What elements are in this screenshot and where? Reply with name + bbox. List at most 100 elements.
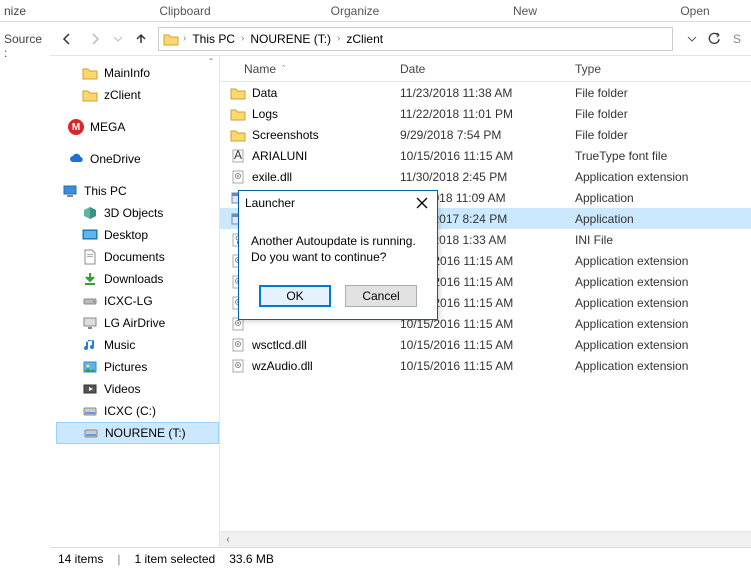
folder-icon [230,85,246,101]
launcher-dialog: Launcher Another Autoupdate is running. … [238,190,438,320]
vid-icon [82,381,98,397]
music-icon [82,337,98,353]
column-headers: Name ˆ Date Type [220,56,751,82]
external-label-top: nize [4,4,26,18]
screen-icon [82,315,98,331]
tree-item-label: Pictures [104,360,147,374]
tree-item-label: ICXC-LG [104,294,153,308]
crumb-this-pc[interactable]: This PC [190,32,237,46]
tree-item-label: 3D Objects [104,206,163,220]
tree-item-videos[interactable]: Videos [56,378,219,400]
tree-item-label: ICXC (C:) [104,404,156,418]
tree-item-mega[interactable]: MMEGA [56,116,219,138]
tree-item-3d-objects[interactable]: 3D Objects [56,202,219,224]
address-bar[interactable]: › This PC › NOURENE (T:) › zClient [158,27,673,51]
dialog-line2: Do you want to continue? [251,249,425,265]
file-date: 10/15/2016 11:15 AM [400,149,575,163]
file-type: Application extension [575,170,751,184]
folder-icon [82,87,98,103]
doc-icon [82,249,98,265]
file-type: Application [575,191,751,205]
tree-item-nourene-t-[interactable]: NOURENE (T:) [56,422,219,444]
font-icon [230,148,246,164]
cancel-button[interactable]: Cancel [345,285,417,307]
folder-icon [230,127,246,143]
chevron-right-icon[interactable]: › [337,33,340,44]
desktop-icon [82,227,98,243]
tree-item-lg-airdrive[interactable]: LG AirDrive [56,312,219,334]
file-type: Application [575,212,751,226]
chevron-right-icon[interactable]: › [241,33,244,44]
file-row[interactable]: exile.dll11/30/2018 2:45 PMApplication e… [220,166,751,187]
address-dropdown-icon[interactable] [685,28,699,50]
file-name: Data [252,86,277,100]
chevron-right-icon[interactable]: › [183,33,186,44]
file-row[interactable]: Logs11/22/2018 11:01 PMFile folder [220,103,751,124]
crumb-drive[interactable]: NOURENE (T:) [248,32,333,46]
tree-item-icxc-c-[interactable]: ICXC (C:) [56,400,219,422]
tree-item-label: MEGA [90,120,125,134]
back-button[interactable] [56,28,78,50]
file-row[interactable]: Data11/23/2018 11:38 AMFile folder [220,82,751,103]
tree-item-label: Videos [104,382,140,396]
refresh-button[interactable] [703,28,725,50]
tree-item-documents[interactable]: Documents [56,246,219,268]
dll-icon [230,169,246,185]
scroll-up-icon[interactable]: ˆ [205,58,217,70]
file-row[interactable]: Screenshots9/29/2018 7:54 PMFile folder [220,124,751,145]
forward-button[interactable] [84,28,106,50]
column-name[interactable]: Name ˆ [220,62,400,76]
recent-dropdown-icon[interactable] [112,28,124,50]
tree-item-label: zClient [104,88,141,102]
file-date: 11/30/2018 2:45 PM [400,170,575,184]
column-type[interactable]: Type [575,62,751,76]
crumb-folder[interactable]: zClient [344,32,385,46]
folder-icon [163,31,179,47]
cloud-icon [68,151,84,167]
file-type: File folder [575,107,751,121]
tree-item-label: OneDrive [90,152,141,166]
close-button[interactable] [413,194,431,212]
file-row[interactable]: ARIALUNI10/15/2016 11:15 AMTrueType font… [220,145,751,166]
tree-item-maininfo[interactable]: MainInfo [56,62,219,84]
disk-icon [82,293,98,309]
folder-icon [82,65,98,81]
horizontal-scrollbar[interactable]: ‹ [220,531,751,547]
file-name: wzAudio.dll [252,359,313,373]
file-row[interactable]: wsctlcd.dll10/15/2016 11:15 AMApplicatio… [220,334,751,355]
ok-button[interactable]: OK [259,285,331,307]
tree-item-desktop[interactable]: Desktop [56,224,219,246]
up-button[interactable] [130,28,152,50]
ribbon-clipboard: Clipboard [100,4,270,18]
tree-item-downloads[interactable]: Downloads [56,268,219,290]
file-date: 10/15/2016 11:15 AM [400,338,575,352]
folder-icon [230,106,246,122]
file-date: 10/15/2016 11:15 AM [400,359,575,373]
tree-item-zclient[interactable]: zClient [56,84,219,106]
dialog-line1: Another Autoupdate is running. [251,233,425,249]
column-date[interactable]: Date [400,62,575,76]
ribbon-open: Open [610,4,751,18]
dialog-title: Launcher [245,196,295,210]
tree-item-music[interactable]: Music [56,334,219,356]
tree-item-pictures[interactable]: Pictures [56,356,219,378]
pic-icon [82,359,98,375]
file-date: 9/29/2018 7:54 PM [400,128,575,142]
search-hint[interactable]: S [729,32,745,46]
file-type: File folder [575,86,751,100]
tree-item-this-pc[interactable]: This PC [56,180,219,202]
file-name: Screenshots [252,128,319,142]
tree-item-label: This PC [84,184,127,198]
tree-item-onedrive[interactable]: OneDrive [56,148,219,170]
tree-item-label: MainInfo [104,66,150,80]
sort-asc-icon: ˆ [282,64,285,74]
status-size: 33.6 MB [229,552,274,566]
navigation-tree[interactable]: ˆ MainInfo zClient MMEGA OneDrive This PC 3D … [50,56,220,547]
file-date: 11/22/2018 11:01 PM [400,107,575,121]
drive-icon [82,403,98,419]
file-type: Application extension [575,254,751,268]
scroll-left-icon[interactable]: ‹ [220,534,236,545]
file-type: Application extension [575,317,751,331]
tree-item-icxc-lg[interactable]: ICXC-LG [56,290,219,312]
file-row[interactable]: wzAudio.dll10/15/2016 11:15 AMApplicatio… [220,355,751,376]
